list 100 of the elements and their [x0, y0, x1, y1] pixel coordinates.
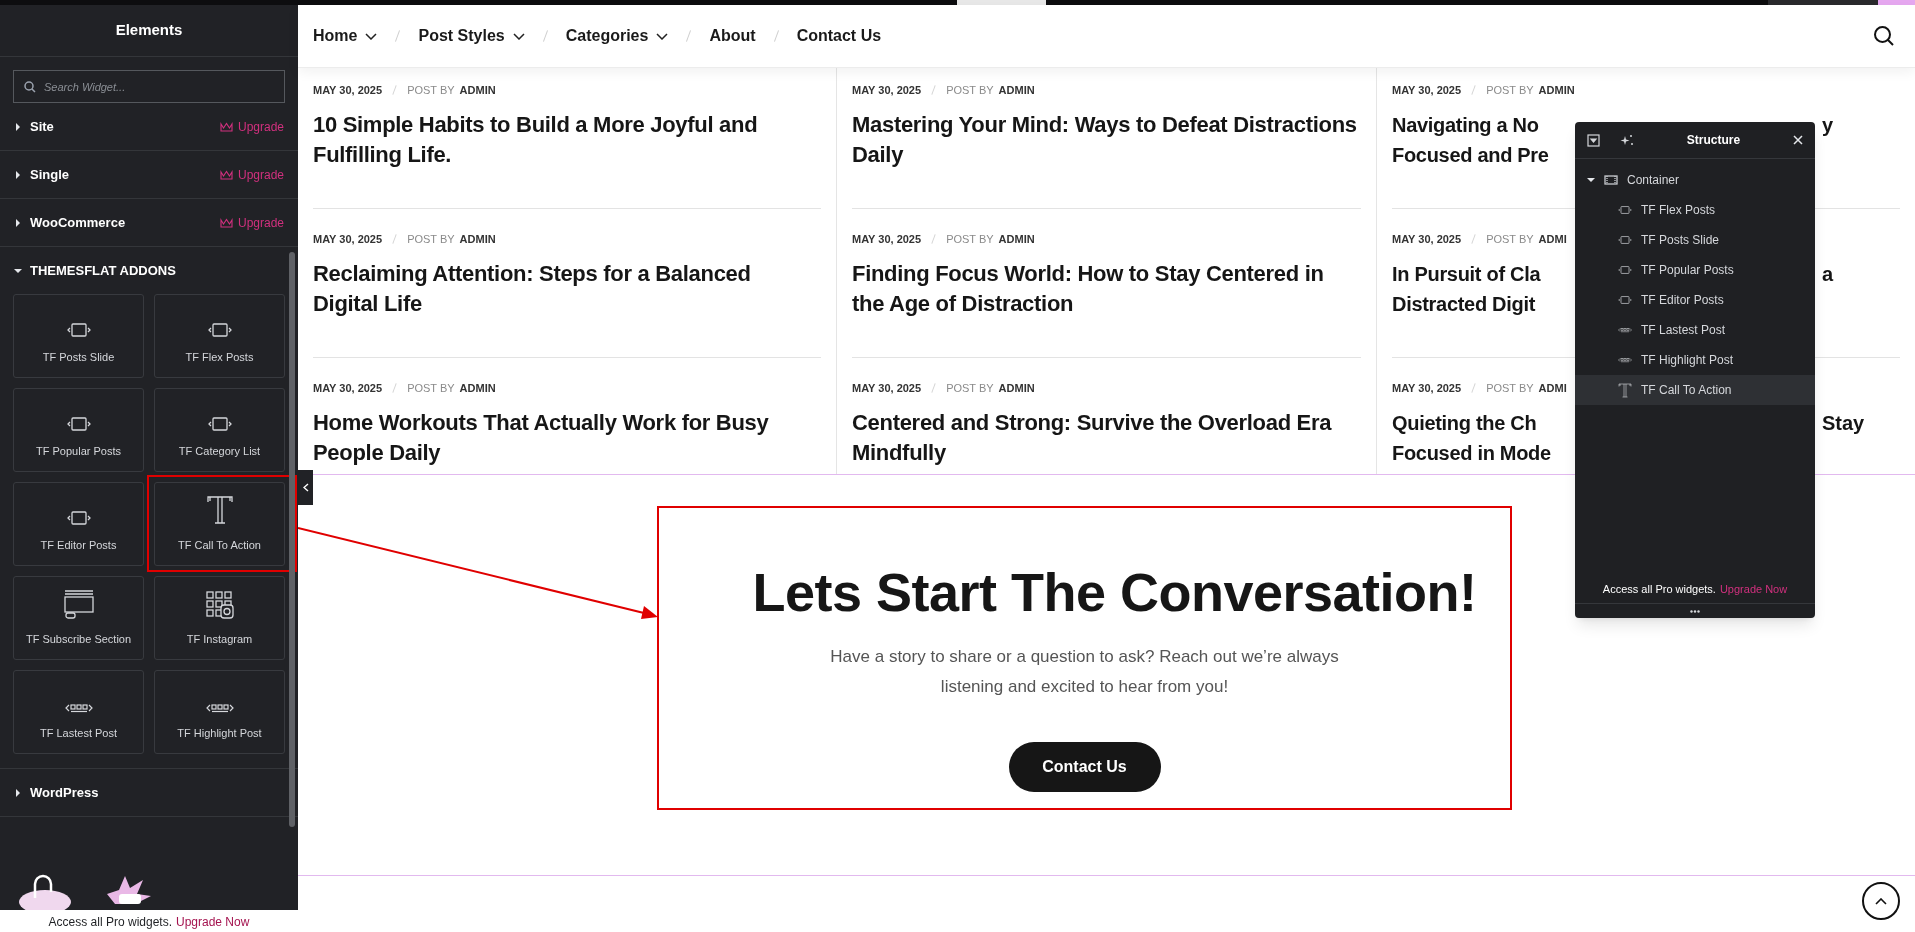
- chevron-left-icon: [302, 483, 309, 492]
- structure-item[interactable]: TF Call To Action: [1575, 375, 1815, 405]
- contact-button[interactable]: Contact Us: [1008, 742, 1161, 792]
- post-author[interactable]: ADMI: [1538, 230, 1567, 248]
- crown-icon: [219, 169, 233, 180]
- crown-icon: [219, 121, 233, 132]
- post-date: MAY 30, 2025: [1392, 82, 1462, 98]
- drag-handle-icon[interactable]: [1690, 609, 1700, 613]
- scroll-top-button[interactable]: [1862, 882, 1900, 920]
- post-by-label: POST BY: [407, 231, 455, 247]
- dotted-rows-icon: [1618, 327, 1632, 333]
- upgrade-link[interactable]: Upgrade Now: [176, 913, 250, 931]
- post-by-label: POST BY: [946, 380, 994, 396]
- post-author[interactable]: ADMIN: [998, 81, 1035, 99]
- nav-link[interactable]: Home: [313, 24, 378, 48]
- structure-item[interactable]: TF Posts Slide: [1575, 225, 1815, 255]
- crown-icon: [219, 217, 233, 228]
- category-header[interactable]: WordPress: [0, 769, 298, 816]
- post-title[interactable]: Quieting the Ch: [1392, 408, 1575, 438]
- cta-heading: Lets Start The Conversation!: [752, 561, 1477, 624]
- post-title[interactable]: Distracted Digit: [1392, 289, 1575, 319]
- structure-item[interactable]: TF Editor Posts: [1575, 285, 1815, 315]
- widget-card[interactable]: TF Highlight Post: [154, 670, 285, 754]
- post-date: MAY 30, 2025: [852, 82, 922, 98]
- widget-frame-icon: [66, 322, 91, 337]
- search-icon[interactable]: [1873, 25, 1895, 47]
- panel-title: Structure: [1685, 132, 1742, 149]
- widget-card[interactable]: TF Popular Posts: [13, 388, 144, 472]
- post-author[interactable]: ADMI: [1538, 379, 1567, 397]
- nav-link[interactable]: About: [709, 24, 756, 48]
- widget-card[interactable]: TF Category List: [154, 388, 285, 472]
- widget-card[interactable]: TF Lastest Post: [13, 670, 144, 754]
- post-date: MAY 30, 2025: [313, 82, 383, 98]
- structure-item[interactable]: Container: [1575, 165, 1815, 195]
- post-title[interactable]: Mastering Your Mind: Ways to Defeat Distractions Daily: [852, 110, 1361, 170]
- post-author[interactable]: ADMIN: [459, 230, 496, 248]
- nav-link[interactable]: Categories: [565, 24, 669, 48]
- chevron-up-icon: [1875, 897, 1887, 905]
- collapse-tab[interactable]: [298, 470, 313, 505]
- post-date: MAY 30, 2025: [313, 231, 383, 247]
- structure-item[interactable]: TF Lastest Post: [1575, 315, 1815, 345]
- post-title[interactable]: Finding Focus World: How to Stay Centered in the Age of Distraction: [852, 259, 1361, 319]
- post-title[interactable]: Centered and Strong: Survive the Overload Era Mindfully: [852, 408, 1361, 468]
- post-title[interactable]: Focused in Mode: [1392, 438, 1575, 468]
- sparkle-icon[interactable]: [1620, 133, 1634, 147]
- post-author[interactable]: ADMIN: [459, 81, 496, 99]
- widget-frame-icon: [207, 322, 232, 337]
- dotted-rows-icon: [64, 702, 93, 713]
- upgrade-link[interactable]: Upgrade Now: [1719, 580, 1788, 597]
- category-header[interactable]: Site Upgrade: [0, 103, 298, 150]
- text-icon: [205, 494, 234, 525]
- dropdown-square-icon[interactable]: [1587, 133, 1600, 147]
- promo-text: Access all Pro widgets.: [48, 914, 172, 931]
- post-title[interactable]: In Pursuit of Cla: [1392, 259, 1575, 289]
- post-by-label: POST BY: [946, 82, 994, 98]
- nav-link[interactable]: Contact Us: [796, 24, 882, 48]
- post-by-label: POST BY: [1486, 380, 1534, 396]
- post-title[interactable]: Navigating a No: [1392, 110, 1575, 140]
- structure-item[interactable]: TF Popular Posts: [1575, 255, 1815, 285]
- post-title[interactable]: y: [1822, 110, 1834, 140]
- widget-frame-icon: [66, 510, 91, 525]
- post-by-label: POST BY: [407, 380, 455, 396]
- dotted-rows-icon: [205, 702, 234, 713]
- widget-frame-icon: [66, 416, 91, 431]
- cta-text: Have a story to share or a question to ask? Reach out we’re always listening and excited to hear from you!: [829, 646, 1340, 698]
- close-icon[interactable]: [1793, 135, 1803, 145]
- post-title[interactable]: Focused and Pre: [1392, 140, 1575, 170]
- post-title[interactable]: 10 Simple Habits to Build a More Joyful and Fulfilling Life.: [313, 110, 821, 170]
- post-date: MAY 30, 2025: [1392, 231, 1462, 247]
- widget-card[interactable]: TF Posts Slide: [13, 294, 144, 378]
- grid-camera-icon: [205, 590, 234, 619]
- post-author[interactable]: ADMIN: [998, 379, 1035, 397]
- category-header[interactable]: WooCommerce Upgrade: [0, 199, 298, 246]
- nav-link[interactable]: Post Styles: [418, 24, 525, 48]
- widget-card[interactable]: TF Flex Posts: [154, 294, 285, 378]
- widget-card[interactable]: TF Editor Posts: [13, 482, 144, 566]
- search-field[interactable]: Search Widget...: [13, 70, 285, 103]
- post-title[interactable]: Home Workouts That Actually Work for Busy People Daily: [313, 408, 821, 468]
- post-date: MAY 30, 2025: [852, 380, 922, 396]
- post-title[interactable]: a: [1822, 259, 1834, 289]
- post-title[interactable]: Stay: [1822, 408, 1865, 438]
- post-author[interactable]: ADMIN: [459, 379, 496, 397]
- structure-item[interactable]: TF Highlight Post: [1575, 345, 1815, 375]
- promo-text: Access all Pro widgets.: [1602, 581, 1716, 597]
- widget-frame-icon: [1618, 266, 1632, 274]
- post-date: MAY 30, 2025: [1392, 380, 1462, 396]
- category-header[interactable]: Single Upgrade: [0, 151, 298, 198]
- post-by-label: POST BY: [1486, 82, 1534, 98]
- post-author[interactable]: ADMIN: [1538, 81, 1575, 99]
- widget-card[interactable]: TF Call To Action: [154, 482, 285, 566]
- structure-item[interactable]: TF Flex Posts: [1575, 195, 1815, 225]
- widget-card[interactable]: TF Instagram: [154, 576, 285, 660]
- widget-card[interactable]: TF Subscribe Section: [13, 576, 144, 660]
- category-header[interactable]: THEMESFLAT ADDONS: [0, 247, 298, 294]
- search-icon: [24, 81, 36, 93]
- post-title[interactable]: Reclaiming Attention: Steps for a Balanced Digital Life: [313, 259, 821, 319]
- container-icon: [1604, 175, 1618, 185]
- dotted-rows-icon: [1618, 357, 1632, 363]
- post-author[interactable]: ADMIN: [998, 230, 1035, 248]
- widget-frame-icon: [1618, 236, 1632, 244]
